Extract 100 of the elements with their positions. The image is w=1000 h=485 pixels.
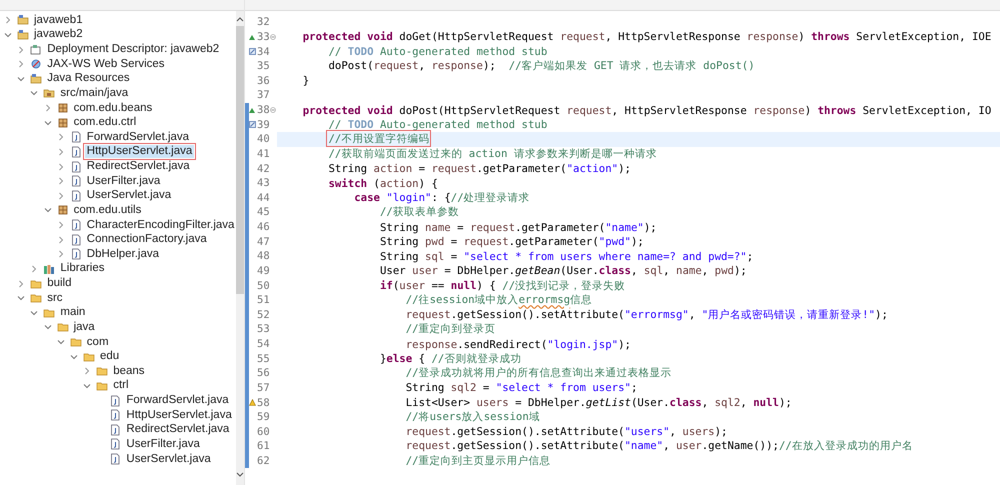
scrollbar-thumb[interactable] <box>236 26 244 294</box>
tree-item[interactable]: UserServlet.java <box>84 189 174 202</box>
tree-item[interactable]: HttpUserServlet.java <box>84 145 194 158</box>
java-file-icon <box>70 131 82 144</box>
tree-item[interactable]: java <box>72 320 97 334</box>
tree-item[interactable]: RedirectServlet.java <box>124 423 232 436</box>
collapse-chevron-icon[interactable] <box>30 308 38 317</box>
expand-chevron-icon[interactable] <box>30 264 38 273</box>
collapse-chevron-icon[interactable] <box>30 89 38 98</box>
collapse-chevron-icon[interactable] <box>44 323 52 332</box>
expand-chevron-icon[interactable] <box>56 250 65 258</box>
tree-item[interactable]: RedirectServlet.java <box>84 160 192 174</box>
tree-item[interactable]: UserFilter.java <box>124 438 202 451</box>
line-number: 53 <box>257 323 270 336</box>
tree-item[interactable]: main <box>58 306 88 320</box>
line-number: 40 <box>257 133 270 146</box>
tree-item[interactable]: ForwardServlet.java <box>84 130 192 144</box>
scroll-down-icon[interactable] <box>236 472 244 478</box>
package-icon <box>56 204 69 216</box>
tree-item[interactable]: com.edu.ctrl <box>72 116 138 130</box>
expand-chevron-icon[interactable] <box>56 162 65 171</box>
line-number: 54 <box>257 338 270 350</box>
code-line: //将users放入session域 <box>404 410 540 424</box>
expand-chevron-icon[interactable] <box>56 177 65 186</box>
tree-item[interactable]: src/main/java <box>58 86 130 100</box>
expand-chevron-icon[interactable] <box>83 367 92 376</box>
code-line: //获取前端页面发送过来的 action 请求参数来判断是哪一种请求 <box>327 146 657 161</box>
tree-item[interactable]: Java Resources <box>45 72 132 86</box>
expand-chevron-icon[interactable] <box>17 60 26 68</box>
library-icon <box>43 262 56 275</box>
code-line: String name = request.getParameter("name"); <box>378 220 657 234</box>
tree-item[interactable]: com.edu.beans <box>72 102 154 115</box>
code-line: String action = request.getParameter("action"); <box>327 162 631 176</box>
collapse-chevron-icon[interactable] <box>44 118 52 127</box>
tree-item[interactable]: com.edu.utils <box>72 204 144 217</box>
fold-icon[interactable] <box>270 34 276 40</box>
code-line: if(user == null) { //没找到记录，登录失败 <box>378 278 626 293</box>
code-line: request.getSession().setAttribute("errormsg", "用户名或密码错误，请重新登录!"); <box>404 308 888 322</box>
tree-item[interactable]: ctrl <box>111 379 131 392</box>
line-number: 37 <box>257 89 270 102</box>
tree-item[interactable]: HttpUserServlet.java <box>124 408 234 422</box>
code-line: String sql = "select * from users where name=? and pwd=?"; <box>378 250 754 263</box>
expand-chevron-icon[interactable] <box>56 192 65 200</box>
tree-item[interactable]: Deployment Descriptor: javaweb2 <box>45 43 222 56</box>
tree-item[interactable]: javaweb2 <box>32 28 85 42</box>
tree-item[interactable]: com <box>84 336 111 349</box>
tree-item[interactable]: ForwardServlet.java <box>124 394 231 408</box>
tree-item[interactable]: JAX-WS Web Services <box>45 58 167 71</box>
tree-item[interactable]: DbHelper.java <box>84 248 162 261</box>
code-line: User user = DbHelper.getBean(User.class, sql, name, pwd); <box>378 264 747 278</box>
fold-icon[interactable] <box>270 106 276 113</box>
collapse-chevron-icon[interactable] <box>17 294 26 302</box>
code-line: case "login": {//处理登录请求 <box>353 190 530 205</box>
collapse-chevron-icon[interactable] <box>56 338 65 346</box>
line-number: 34 <box>257 46 270 58</box>
code-line: //获取表单参数 <box>378 205 459 220</box>
tree-item[interactable]: ConnectionFactory.java <box>84 233 209 246</box>
expand-chevron-icon[interactable] <box>56 148 65 156</box>
tree-item[interactable]: CharacterEncodingFilter.java <box>84 218 236 232</box>
line-number: 51 <box>257 294 270 306</box>
line-number: 36 <box>257 74 270 87</box>
code-line: //不用设置字符编码 <box>327 132 430 146</box>
expand-chevron-icon[interactable] <box>44 104 52 112</box>
tree-item[interactable]: UserFilter.java <box>84 174 162 188</box>
expand-chevron-icon[interactable] <box>4 16 12 24</box>
tree-item[interactable]: javaweb1 <box>32 14 85 27</box>
tree-item[interactable]: beans <box>111 364 147 378</box>
expand-chevron-icon[interactable] <box>56 133 65 142</box>
line-number: 55 <box>257 352 270 365</box>
package-icon <box>56 102 69 114</box>
expand-chevron-icon[interactable] <box>56 236 65 244</box>
code-line: String sql2 = "select * from users"; <box>404 381 638 394</box>
tree-item[interactable]: Libraries <box>58 262 106 276</box>
line-number: 39 <box>257 118 270 131</box>
web-services-icon <box>30 58 42 70</box>
code-line: request.getSession().setAttribute("name", user.getName());//在放入登录成功的用户名 <box>404 439 913 454</box>
collapse-chevron-icon[interactable] <box>70 352 78 361</box>
java-file-icon <box>70 234 82 246</box>
code-line: // TODO Auto-generated method stub <box>327 118 548 132</box>
expand-chevron-icon[interactable] <box>17 280 26 288</box>
code-line: request.getSession().setAttribute("users", users); <box>404 425 728 438</box>
tree-item[interactable]: src <box>45 292 65 305</box>
expand-chevron-icon[interactable] <box>17 46 26 54</box>
tree-item[interactable]: UserServlet.java <box>124 452 213 466</box>
tree-item[interactable]: edu <box>98 350 122 364</box>
collapse-chevron-icon[interactable] <box>83 382 92 390</box>
line-number: 38 <box>257 104 270 116</box>
code-line: protected void doGet(HttpServletRequest request, HttpServletResponse response) throws ServletException, IOE <box>302 30 992 44</box>
code-line: //登录成功就将用户的所有信息查询出来通过表格显示 <box>404 366 672 380</box>
collapse-chevron-icon[interactable] <box>4 30 12 39</box>
project-icon <box>17 14 29 26</box>
expand-chevron-icon[interactable] <box>56 221 65 230</box>
collapse-chevron-icon[interactable] <box>17 74 26 83</box>
line-number: 52 <box>257 308 270 321</box>
java-file-icon <box>70 248 82 260</box>
tree-item[interactable]: build <box>45 277 74 290</box>
descriptor-icon <box>30 44 42 56</box>
scrollbar[interactable] <box>236 11 244 485</box>
collapse-chevron-icon[interactable] <box>44 206 52 214</box>
scroll-up-icon[interactable] <box>236 16 244 22</box>
